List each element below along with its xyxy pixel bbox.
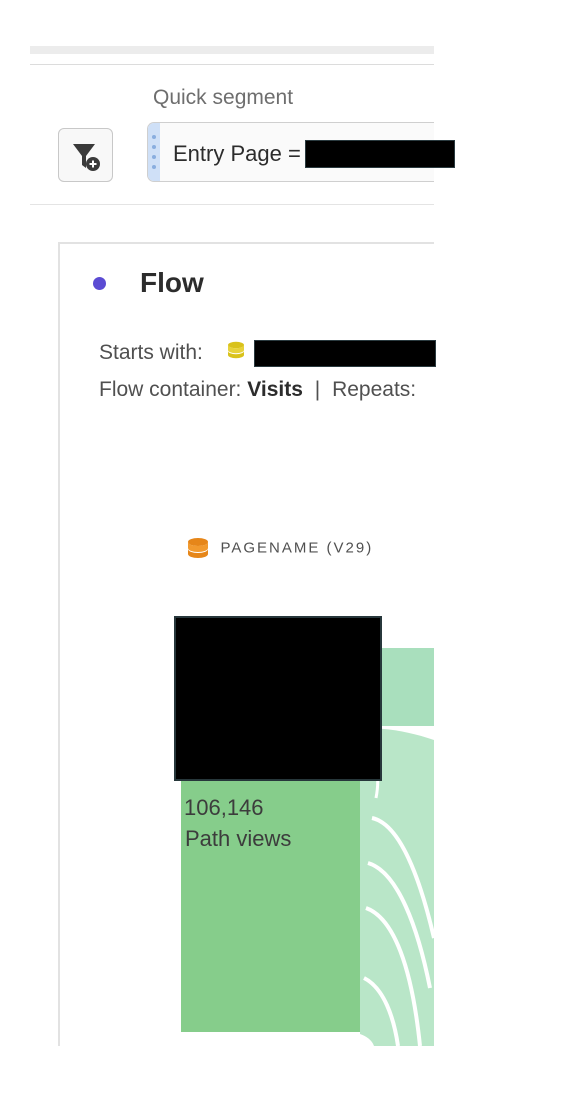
panel-title: Flow — [140, 267, 204, 298]
node-metric-value: 106,146 — [184, 795, 264, 820]
segment-rule-text: Entry Page = — [173, 141, 301, 166]
panel-status-dot — [93, 277, 106, 290]
dimension-name: PAGENAME (V29) — [220, 539, 374, 557]
redacted-block — [305, 140, 455, 168]
flow-container-line: Flow container: Visits | Repeats: — [99, 378, 416, 402]
page-bottom-space — [30, 1046, 434, 1094]
dimension-header[interactable]: PAGENAME (V29) — [186, 537, 373, 559]
starts-with-label: Starts with: — [99, 341, 203, 364]
header-divider — [30, 64, 434, 65]
redacted-block — [254, 340, 436, 367]
filter-add-icon — [73, 144, 100, 171]
node-metric-label: Path views — [185, 826, 292, 851]
add-filter-button[interactable] — [58, 128, 113, 182]
flow-container-label: Flow container: — [99, 378, 242, 401]
dimension-icon — [228, 341, 244, 359]
drag-handle[interactable] — [148, 123, 160, 181]
repeats-label: Repeats: — [332, 378, 417, 401]
flow-container-value[interactable]: Visits — [247, 378, 303, 401]
top-bar-strip — [30, 46, 434, 54]
redacted-block — [174, 616, 382, 781]
toolbar-divider — [30, 204, 434, 205]
dimension-icon — [188, 538, 208, 558]
separator: | — [314, 378, 321, 401]
quick-segment-label: Quick segment — [153, 86, 294, 109]
